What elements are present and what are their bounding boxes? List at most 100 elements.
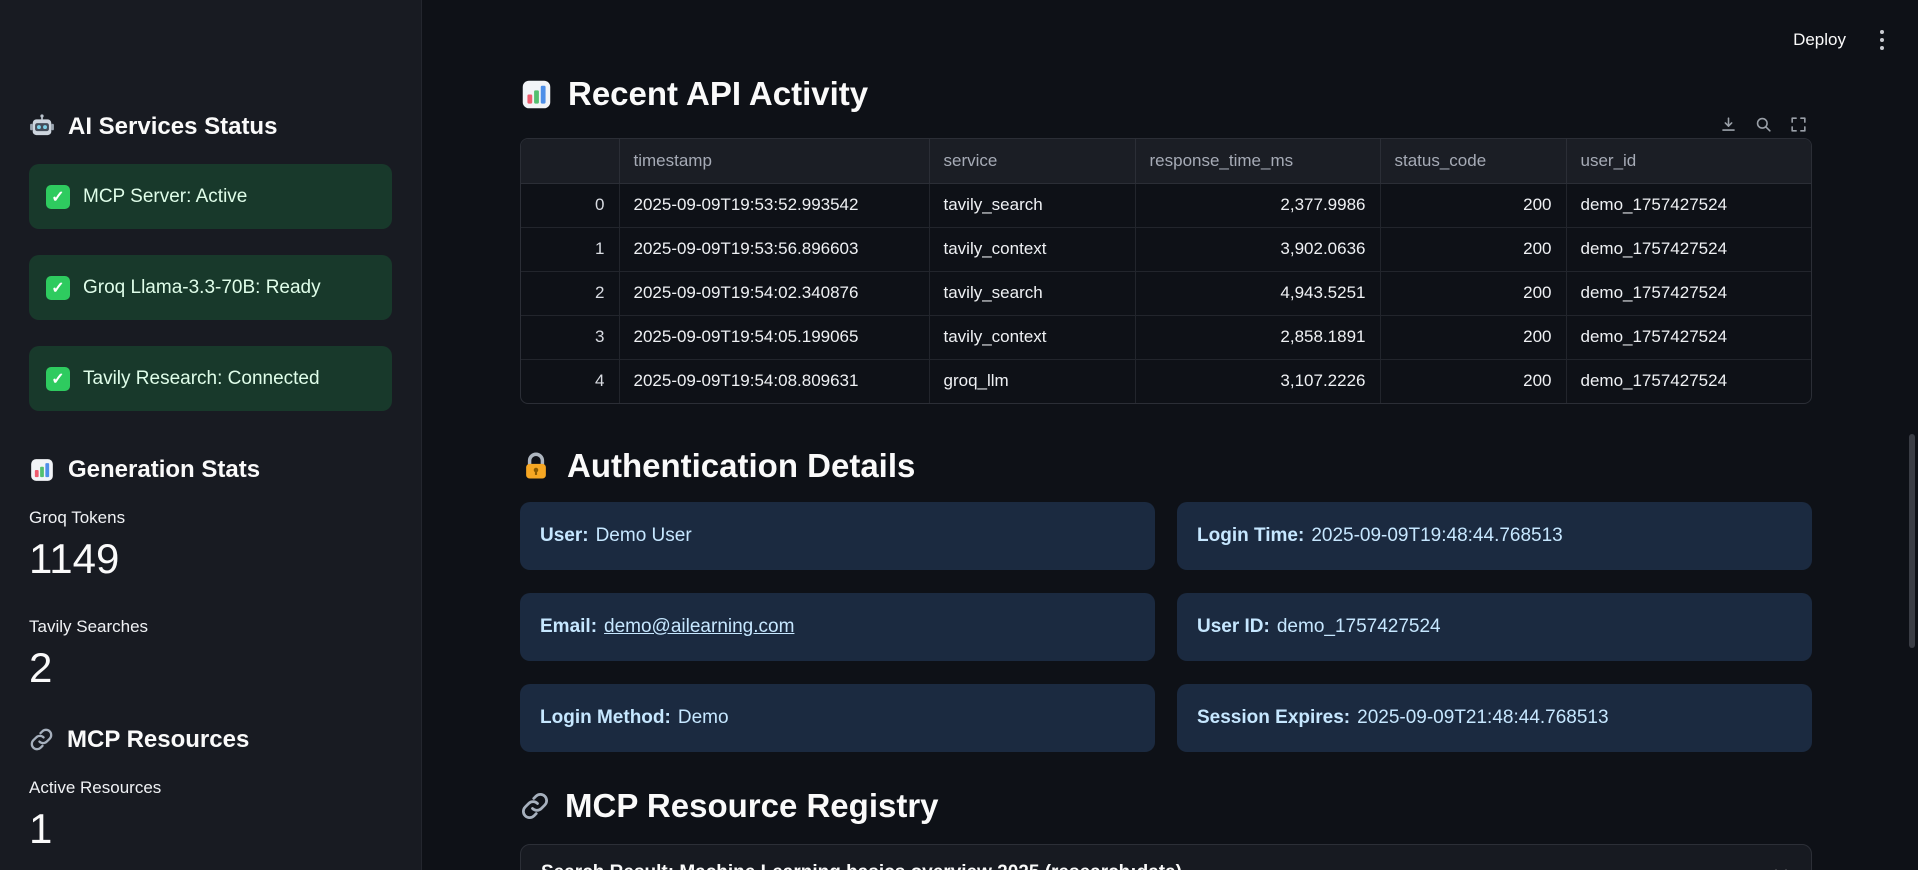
metric-value: 1 (29, 805, 53, 852)
cell-user-id: demo_1757427524 (1565, 183, 1811, 228)
check-icon: ✓ (46, 275, 70, 300)
cell-response-time: 3,902.0636 (1134, 227, 1380, 272)
auth-details-title: Authentication Details (520, 446, 1812, 486)
stats-title-text: Generation Stats (68, 456, 261, 483)
info-value: demo_1757427524 (1276, 616, 1441, 637)
search-icon[interactable] (1754, 114, 1773, 134)
table-header-row: timestamp service response_time_ms statu… (521, 139, 1811, 184)
bar-chart-icon (29, 457, 55, 483)
info-login-method: Login Method: Demo (520, 684, 1155, 752)
metric-label: Tavily Searches (29, 617, 149, 636)
cell-timestamp: 2025-09-09T19:53:56.896603 (618, 227, 929, 272)
sidebar: AI Services Status ✓ MCP Server: Active … (0, 0, 422, 870)
cell-service: tavily_context (928, 315, 1135, 360)
metric-label: Active Resources (29, 778, 162, 797)
main-area: Deploy Recent API Activity timestamp ser… (422, 0, 1918, 870)
cell-service: tavily_search (928, 183, 1135, 228)
info-user: User: Demo User (520, 502, 1155, 570)
col-header-user-id[interactable]: user_id (1565, 139, 1811, 184)
status-label: Tavily Research: Connected (83, 367, 320, 389)
stats-title: Generation Stats (29, 455, 392, 484)
resources-title: MCP Resources (29, 725, 392, 754)
cell-service: tavily_context (928, 227, 1135, 272)
dataframe-toolbar (520, 114, 1808, 134)
deploy-button[interactable]: Deploy (1793, 30, 1846, 50)
link-icon (29, 727, 54, 752)
link-icon (520, 791, 550, 821)
info-label: Login Method: (540, 707, 671, 728)
registry-title-text: MCP Resource Registry (565, 787, 939, 824)
cell-index: 3 (521, 315, 619, 360)
info-user-id: User ID: demo_1757427524 (1177, 593, 1812, 661)
services-title: AI Services Status (29, 112, 392, 141)
cell-status-code: 200 (1379, 359, 1566, 403)
cell-user-id: demo_1757427524 (1565, 359, 1811, 403)
cell-user-id: demo_1757427524 (1565, 315, 1811, 360)
info-value: 2025-09-09T21:48:44.768513 (1357, 707, 1609, 728)
info-label: User ID: (1197, 616, 1270, 637)
check-icon: ✓ (46, 184, 70, 209)
metric-groq-tokens: Groq Tokens 1149 (29, 507, 392, 582)
cell-response-time: 3,107.2226 (1134, 359, 1380, 403)
status-mcp-server: ✓ MCP Server: Active (29, 164, 392, 229)
cell-index: 0 (521, 183, 619, 228)
col-header-timestamp[interactable]: timestamp (618, 139, 929, 184)
info-label: Email: (540, 616, 598, 637)
cell-index: 4 (595, 371, 605, 391)
email-link[interactable]: demo@ailearning.com (604, 616, 794, 638)
metric-value: 2 (29, 644, 53, 691)
chevron-down-icon (1771, 863, 1791, 870)
cell-status-code: 200 (1379, 271, 1566, 316)
cell-status-code: 200 (1379, 183, 1566, 228)
cell-response-time: 2,377.9986 (1134, 183, 1380, 228)
auth-col-left: User: Demo User Email: demo@ailearning.c… (520, 502, 1155, 752)
cell-service: tavily_search (928, 271, 1135, 316)
api-activity-table[interactable]: timestamp service response_time_ms statu… (520, 138, 1812, 404)
table-row: 4 2025-09-09T19:54:08.809631 groq_llm 3,… (521, 359, 1811, 403)
cell-index: 2 (521, 271, 619, 316)
col-header-status-code[interactable]: status_code (1379, 139, 1566, 184)
lock-icon (520, 450, 552, 482)
expander-label: Search Result: Machine Learning basics o… (541, 862, 1182, 870)
info-label: Session Expires: (1197, 707, 1351, 728)
app-header: Deploy (1793, 26, 1888, 54)
table-row: 3 2025-09-09T19:54:05.199065 tavily_cont… (521, 315, 1811, 360)
auth-grid: User: Demo User Email: demo@ailearning.c… (520, 502, 1812, 752)
check-icon: ✓ (46, 366, 70, 391)
col-header-response-time[interactable]: response_time_ms (1134, 139, 1380, 184)
download-icon[interactable] (1719, 114, 1738, 134)
metric-value: 1149 (29, 535, 120, 582)
info-value: Demo (677, 707, 729, 728)
status-tavily: ✓ Tavily Research: Connected (29, 346, 392, 411)
status-groq-llama: ✓ Groq Llama-3.3-70B: Ready (29, 255, 392, 320)
kebab-menu-icon[interactable] (1876, 26, 1888, 54)
col-header-index[interactable] (521, 139, 619, 184)
col-header-service[interactable]: service (928, 139, 1135, 184)
sidebar-section-services: AI Services Status ✓ MCP Server: Active … (29, 112, 392, 411)
cell-timestamp: 2025-09-09T19:54:05.199065 (618, 315, 929, 360)
info-label: User: (540, 525, 589, 546)
metric-tavily-searches: Tavily Searches 2 (29, 616, 392, 691)
cell-service: groq_llm (928, 359, 1135, 403)
sidebar-section-resources: MCP Resources Active Resources 1 (29, 725, 392, 852)
status-label: MCP Server: Active (83, 185, 248, 207)
cell-timestamp: 2025-09-09T19:54:08.809631 (618, 359, 929, 403)
cell-response-time: 4,943.5251 (1134, 271, 1380, 316)
bar-chart-icon (520, 78, 553, 111)
api-activity-title: Recent API Activity (520, 74, 1812, 114)
robot-icon (29, 113, 55, 140)
resource-expander[interactable]: Search Result: Machine Learning basics o… (520, 844, 1812, 870)
cell-index: 1 (521, 227, 619, 272)
metric-label: Groq Tokens (29, 508, 126, 527)
table-row: 1 2025-09-09T19:53:56.896603 tavily_cont… (521, 227, 1811, 272)
info-value: Demo User (595, 525, 692, 546)
auth-col-right: Login Time: 2025-09-09T19:48:44.768513 U… (1177, 502, 1812, 752)
cell-status-code: 200 (1379, 227, 1566, 272)
cell-timestamp: 2025-09-09T19:53:52.993542 (618, 183, 929, 228)
scrollbar-thumb[interactable] (1909, 434, 1915, 648)
api-activity-title-text: Recent API Activity (568, 75, 869, 112)
fullscreen-icon[interactable] (1789, 114, 1808, 134)
main-content: Recent API Activity timestamp service re… (520, 0, 1812, 870)
cell-user-id: demo_1757427524 (1565, 271, 1811, 316)
status-label: Groq Llama-3.3-70B: Ready (83, 276, 321, 298)
